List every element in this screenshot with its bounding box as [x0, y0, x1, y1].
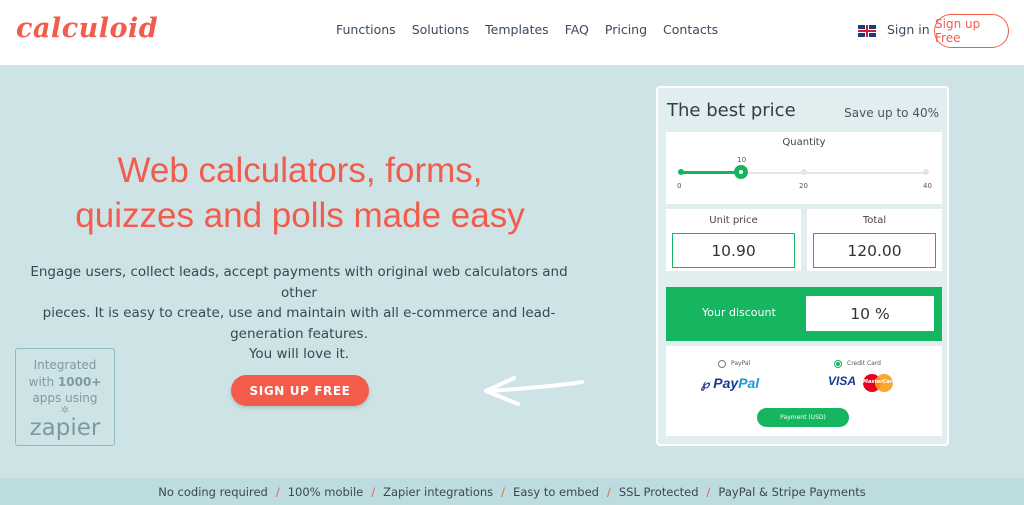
main-nav: Functions Solutions Templates FAQ Pricin…	[336, 22, 718, 37]
mastercard-logo: MasterCard	[863, 374, 896, 392]
feature-item: SSL Protected	[618, 484, 699, 499]
quantity-slider-min-dot	[678, 169, 684, 175]
signin-link[interactable]: Sign in	[887, 22, 930, 37]
credit-card-radio[interactable]	[834, 360, 842, 368]
hero-description-line: generation features.	[230, 325, 368, 342]
quantity-slider-mid-dot	[800, 169, 807, 175]
logo[interactable]: calculoid	[16, 13, 158, 44]
feature-separator: /	[606, 484, 611, 499]
discount-field[interactable]: 10 %	[806, 296, 934, 331]
signup-button[interactable]: Sign up Free	[934, 14, 1009, 48]
widget-save-text: Save up to 40%	[844, 106, 939, 120]
quantity-slider-fill	[679, 171, 742, 174]
feature-item: No coding required	[158, 484, 268, 499]
hero-description-line: pieces. It is easy to create, use and ma…	[42, 305, 556, 321]
quantity-label: Quantity	[782, 137, 826, 148]
zapier-line-2: with 1000+	[16, 374, 114, 391]
total-label: Total	[862, 215, 887, 226]
quantity-tick-max: 40	[923, 182, 932, 190]
visa-logo: VISA	[828, 374, 857, 388]
price-calculator-widget: The best price Save up to 40% Quantity 1…	[656, 86, 949, 446]
zapier-line-2-prefix: with	[28, 375, 58, 389]
feature-separator: /	[275, 484, 280, 499]
mastercard-logo-text: MasterCard	[863, 379, 896, 385]
credit-card-radio-label: Credit Card	[847, 360, 881, 367]
discount-label: Your discount	[702, 306, 776, 319]
quantity-slider-panel: Quantity 10 0 20 40	[666, 132, 942, 204]
paypal-icon: ℘	[701, 377, 710, 391]
feature-separator: /	[371, 484, 376, 499]
total-panel: Total 120.00	[807, 209, 942, 271]
feature-separator: /	[501, 484, 506, 499]
quantity-slider-max-dot	[923, 169, 929, 175]
paypal-logo-text-2: Pal	[738, 375, 760, 391]
site-header: calculoid Functions Solutions Templates …	[0, 0, 1024, 66]
payment-button[interactable]: Payment (USD)	[757, 408, 849, 427]
feature-item: PayPal & Stripe Payments	[718, 484, 866, 499]
payment-panel: PayPal Credit Card ℘ PayPal VISA MasterC…	[666, 346, 942, 436]
feature-item: Zapier integrations	[383, 484, 494, 499]
paypal-logo-text-1: Pay	[713, 375, 739, 391]
zapier-logo: zapier	[29, 415, 101, 441]
feature-item: 100% mobile	[287, 484, 364, 499]
quantity-value-label: 10	[737, 156, 747, 164]
unit-price-panel: Unit price 10.90	[666, 209, 801, 271]
nav-solutions[interactable]: Solutions	[412, 22, 469, 37]
paypal-radio-label: PayPal	[731, 360, 751, 367]
nav-templates[interactable]: Templates	[485, 22, 549, 37]
nav-pricing[interactable]: Pricing	[605, 22, 647, 37]
zapier-line-2-count: 1000+	[57, 375, 102, 389]
total-field[interactable]: 120.00	[813, 233, 936, 268]
signup-free-cta-button[interactable]: SIGN UP FREE	[231, 375, 369, 406]
zapier-line-1: Integrated	[33, 358, 97, 372]
feature-item: Easy to embed	[513, 484, 599, 499]
paypal-logo: ℘ PayPal	[701, 375, 759, 391]
hero-title-line-1: Web calculators, forms,	[117, 151, 483, 190]
zapier-badge[interactable]: Integrated with 1000+ apps using ✲ zapie…	[15, 348, 115, 446]
quantity-slider-handle[interactable]	[734, 165, 749, 179]
zapier-line-3: apps using	[32, 391, 98, 405]
hero-description-line: Engage users, collect leads, accept paym…	[30, 264, 568, 301]
uk-flag-icon[interactable]	[858, 25, 876, 37]
nav-faq[interactable]: FAQ	[565, 22, 589, 37]
hero-title: Web calculators, forms, quizzes and poll…	[0, 148, 600, 238]
nav-functions[interactable]: Functions	[336, 22, 396, 37]
discount-panel: Your discount 10 %	[666, 287, 942, 341]
widget-title: The best price	[667, 100, 796, 121]
quantity-tick-mid: 20	[799, 182, 808, 190]
unit-price-field[interactable]: 10.90	[672, 233, 795, 268]
nav-contacts[interactable]: Contacts	[663, 22, 718, 37]
hand-drawn-arrow-left-icon	[484, 376, 584, 406]
paypal-radio[interactable]	[718, 360, 726, 368]
features-strip: No coding required / 100% mobile / Zapie…	[0, 478, 1024, 505]
feature-separator: /	[706, 484, 711, 499]
quantity-tick-min: 0	[677, 182, 682, 190]
unit-price-label: Unit price	[709, 215, 758, 226]
hero-title-line-2: quizzes and polls made easy	[75, 196, 525, 235]
